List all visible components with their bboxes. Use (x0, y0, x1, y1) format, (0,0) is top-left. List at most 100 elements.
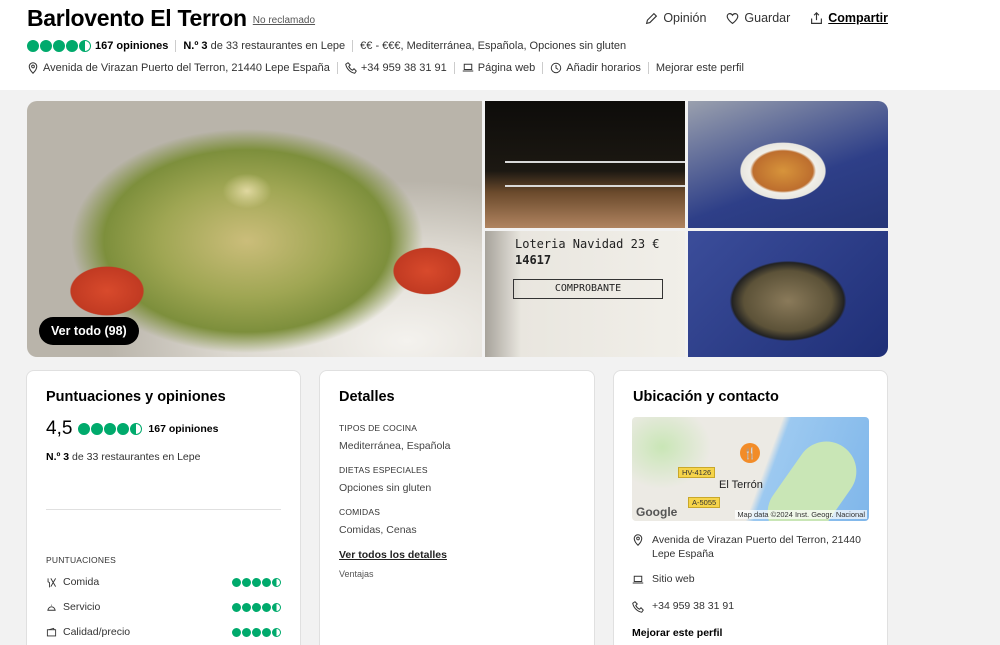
bubble-full (40, 40, 52, 52)
details-card: Detalles TIPOS DE COCINA Mediterránea, E… (319, 370, 595, 645)
page-title: Barlovento El Terron (27, 5, 247, 31)
phone-icon (345, 62, 357, 74)
bubble-full (78, 423, 91, 435)
rank-prefix: N.º 3 (183, 40, 208, 52)
bubble-full (27, 40, 39, 52)
rating-label: Servicio (63, 601, 101, 613)
meals-value: Comidas, Cenas (339, 524, 417, 536)
bubble-full (104, 423, 117, 435)
bubble-full (232, 602, 241, 612)
bubble-full (262, 627, 271, 637)
pencil-icon (646, 12, 658, 24)
rank-text[interactable]: N.º 3 de 33 restaurantes en Lepe (183, 40, 345, 52)
improve-profile-link[interactable]: Mejorar este perfil (632, 627, 722, 639)
share-button[interactable]: Compartir (810, 11, 888, 25)
bubble-half (272, 602, 281, 612)
photo-dish[interactable] (688, 101, 888, 228)
review-count-link[interactable]: 167 opiniones (95, 40, 168, 52)
road-label: A-5055 (688, 497, 721, 508)
rating-label: Calidad/precio (63, 626, 131, 638)
address-item[interactable]: Avenida de Virazan Puerto del Terron, 21… (632, 533, 867, 561)
address-text: Avenida de Virazan Puerto del Terron, 21… (43, 62, 330, 74)
utensils-icon (47, 577, 57, 587)
bubble-full (232, 627, 241, 637)
restaurant-marker-icon[interactable]: 🍴 (740, 443, 760, 463)
clock-icon (551, 62, 562, 74)
improve-profile-link[interactable]: Mejorar este perfil (656, 62, 744, 74)
unclaimed-link[interactable]: No reclamado (253, 15, 315, 26)
diet-value: Opciones sin gluten (339, 482, 432, 494)
phone-text: +34 959 38 31 91 (360, 62, 447, 74)
separator (336, 62, 338, 74)
save-label: Guardar (744, 11, 791, 25)
see-all-photos-button[interactable]: Ver todo (98) (39, 317, 139, 345)
bubble-full (262, 602, 271, 612)
separator (175, 40, 177, 52)
wallet-icon (46, 627, 57, 636)
share-icon (811, 11, 823, 24)
separator (352, 40, 354, 52)
ratings-card-title: Puntuaciones y opiniones (46, 389, 226, 405)
add-hours-link[interactable]: Añadir horarios (550, 62, 641, 74)
ticket-stamp: COMPROBANTE (513, 279, 663, 299)
map-credit: Map data ©2024 Inst. Geogr. Nacional (735, 510, 867, 519)
diet-label: DIETAS ESPECIALES (339, 465, 428, 475)
heart-icon (727, 12, 739, 24)
photo-clams[interactable] (688, 231, 888, 357)
see-all-details-link[interactable]: Ver todos los detalles (339, 549, 447, 561)
review-count-link[interactable]: 167 opiniones (148, 423, 218, 435)
location-card: Ubicación y contacto 🍴 HV-4126 A-5055 El… (613, 370, 888, 645)
website-text: Página web (477, 62, 536, 74)
cuisine-value: Mediterránea, Española (339, 440, 451, 452)
road-label: HV-4126 (678, 467, 716, 478)
bubble-full (232, 577, 241, 587)
location-map[interactable]: 🍴 HV-4126 A-5055 El Terrón Google Map da… (632, 417, 869, 521)
save-button[interactable]: Guardar (726, 11, 790, 25)
bubble-half (130, 423, 143, 435)
add-hours-text: Añadir horarios (566, 62, 641, 74)
phone-link[interactable]: +34 959 38 31 91 (345, 62, 447, 74)
main-photo[interactable]: Ver todo (98) (27, 101, 482, 357)
rating-label: Comida (63, 576, 100, 588)
meals-label: COMIDAS (339, 507, 381, 517)
rating-bubbles (232, 627, 281, 637)
phone-text: +34 959 38 31 91 (652, 600, 735, 612)
phone-item[interactable]: +34 959 38 31 91 (632, 600, 734, 613)
location-card-title: Ubicación y contacto (633, 389, 779, 405)
photo-lottery-ticket[interactable]: Loteria Navidad 23 € 14617 COMPROBANTE (485, 231, 685, 357)
share-label: Compartir (828, 11, 888, 25)
rank-suffix: de 33 restaurantes en Lepe (210, 40, 346, 52)
price-cuisine[interactable]: €€ - €€€, Mediterránea, Española, Opcion… (360, 40, 626, 52)
bubble-full (66, 40, 78, 52)
rating-bubbles (232, 577, 281, 587)
bubble-full (117, 423, 130, 435)
rank-text[interactable]: N.º 3 de 33 restaurantes en Lepe (46, 451, 200, 463)
bubble-full (242, 602, 251, 612)
rating-bubbles (27, 40, 91, 52)
photo-terrace-night[interactable] (485, 101, 685, 228)
divider (46, 509, 281, 510)
map-place-label: El Terrón (719, 479, 763, 491)
bubble-full (53, 40, 65, 52)
rank-suffix: de 33 restaurantes en Lepe (72, 451, 201, 463)
separator (542, 62, 544, 74)
bubble-full (242, 627, 251, 637)
rating-bubbles (78, 423, 143, 435)
summary-row: 167 opiniones N.º 3 de 33 restaurantes e… (27, 40, 626, 52)
bubble-full (262, 577, 271, 587)
review-button[interactable]: Opinión (645, 11, 706, 25)
address-link[interactable]: Avenida de Virazan Puerto del Terron, 21… (27, 62, 330, 74)
bubble-full (91, 423, 104, 435)
restaurant-header: Barlovento El Terron No reclamado Opinió… (0, 0, 1000, 90)
rank-prefix: N.º 3 (46, 451, 70, 463)
website-item[interactable]: Sitio web (632, 573, 695, 586)
phone-icon (632, 601, 644, 613)
bubble-full (252, 627, 261, 637)
rating-food: Comida (46, 576, 281, 588)
google-logo: Google (636, 505, 678, 519)
bubble-full (252, 602, 261, 612)
laptop-icon (462, 63, 474, 72)
website-link[interactable]: Página web (462, 62, 536, 74)
location-pin-icon (28, 62, 38, 74)
photo-gallery: Ver todo (98) Loteria Navidad 23 € 14617… (27, 101, 888, 357)
